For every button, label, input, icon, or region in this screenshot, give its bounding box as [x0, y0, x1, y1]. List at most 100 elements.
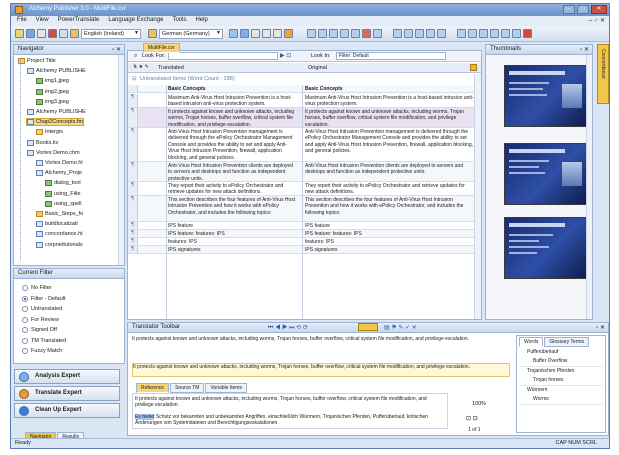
- layout-icon[interactable]: [262, 29, 271, 38]
- maximize-button[interactable]: □: [577, 5, 589, 14]
- look-in-select[interactable]: Filter: Default: [336, 52, 446, 60]
- italic-icon[interactable]: [404, 29, 413, 38]
- tree-item[interactable]: Books.kv: [27, 139, 58, 146]
- filter-option[interactable]: TM Translated: [22, 337, 66, 344]
- radio-button[interactable]: [22, 295, 28, 302]
- tab-source-tm[interactable]: Source TM: [170, 383, 205, 393]
- filter-option[interactable]: Fuzzy Match: [22, 348, 62, 354]
- table-row[interactable]: ¶ IPS signatures IPS signatures: [128, 246, 481, 254]
- pane-pin-close-icon[interactable]: ▫ ✕: [580, 46, 589, 53]
- tree-item[interactable]: img3.jpeg: [36, 98, 69, 105]
- menu-help[interactable]: Help: [195, 17, 207, 25]
- translated-cell[interactable]: IPS signatures: [168, 247, 296, 253]
- tree-item[interactable]: buildlocalizati: [36, 221, 78, 228]
- open-icon[interactable]: [15, 29, 24, 38]
- find-icon[interactable]: [373, 29, 382, 38]
- table-row[interactable]: ¶ They report their activity to ePolicy O…: [128, 182, 481, 196]
- tree-item[interactable]: Alchemy PUBLISHE: [27, 109, 86, 115]
- save-icon[interactable]: [26, 29, 35, 38]
- pane-pin-close-icon[interactable]: ▫ ✕: [596, 324, 605, 331]
- tree-item[interactable]: Intergis: [36, 129, 63, 136]
- term-source[interactable]: Würmern: [519, 386, 603, 395]
- confirm-icon[interactable]: [358, 323, 378, 331]
- validate-icon[interactable]: [307, 29, 316, 38]
- menu-tools[interactable]: Tools: [172, 17, 186, 25]
- unlock-icon[interactable]: [479, 29, 488, 38]
- print-icon[interactable]: [59, 29, 68, 38]
- font-icon[interactable]: [426, 29, 435, 38]
- tab-multifile[interactable]: MultiFile.cvr: [143, 43, 180, 53]
- slide-thumbnail[interactable]: [504, 143, 588, 205]
- mdi-controls[interactable]: – ♂ ✕: [589, 17, 605, 24]
- tree-item[interactable]: corpnettutorials: [36, 241, 83, 248]
- translated-cell[interactable]: IPS feature: features: IPS: [168, 231, 296, 237]
- spellcheck-icon[interactable]: [284, 29, 293, 38]
- tree-item[interactable]: Project Title: [18, 58, 56, 64]
- translated-cell[interactable]: Maximum Anti-Virus Host Intrusion Preven…: [168, 95, 296, 108]
- tree-item[interactable]: using_spell: [45, 200, 82, 207]
- color-icon[interactable]: [437, 29, 446, 38]
- table-row[interactable]: ¶ Anti-Virus Host Intrusion Prevention cl…: [128, 162, 481, 182]
- lock-icon[interactable]: [468, 29, 477, 38]
- menu-view[interactable]: View: [36, 17, 49, 25]
- radio-button[interactable]: [22, 327, 28, 333]
- minimize-button[interactable]: –: [563, 5, 575, 14]
- translated-cell[interactable]: IPS feature: [168, 223, 296, 229]
- term-source[interactable]: Trojanischen Pferden: [519, 367, 603, 376]
- tree-item[interactable]: img1.jpeg: [36, 78, 69, 85]
- table-row[interactable]: ¶ This section describes the four feature…: [128, 196, 481, 222]
- table-row[interactable]: ¶ IPS feature IPS feature: [128, 222, 481, 230]
- table-row[interactable]: ¶ It protects against known and unknown a…: [128, 108, 481, 128]
- tree-item[interactable]: Vortex Demo.chm: [27, 149, 80, 156]
- menu-language-exchange[interactable]: Language Exchange: [108, 17, 163, 25]
- sort-icon[interactable]: [351, 29, 360, 38]
- term-translation[interactable]: Worms: [519, 395, 603, 405]
- term-translation[interactable]: Buffer Overflow: [519, 357, 603, 367]
- find-next-icon[interactable]: ▶ ⊡: [280, 52, 291, 59]
- tm-icon[interactable]: [318, 29, 327, 38]
- columns-icon[interactable]: [273, 29, 282, 38]
- tree-item[interactable]: Chap2Concepts.fm: [25, 118, 85, 127]
- glossary-icon[interactable]: [329, 29, 338, 38]
- translated-cell[interactable]: features: IPS: [168, 239, 296, 245]
- pseudo-translate-icon[interactable]: [457, 29, 466, 38]
- filter-option[interactable]: Signed Off: [22, 327, 57, 333]
- tool-icons[interactable]: ▤ ⚑ ✎ ✓ ✕: [384, 324, 417, 331]
- term-translation[interactable]: Trojan horses: [519, 376, 603, 386]
- look-for-input[interactable]: [168, 52, 278, 60]
- tree-item[interactable]: img2.jpeg: [36, 88, 69, 95]
- navigator-scrollbar[interactable]: [118, 55, 124, 265]
- pane-pin-close-icon[interactable]: ▫ ✕: [112, 46, 121, 53]
- analysis-expert-button[interactable]: Analysis Expert: [14, 369, 120, 384]
- tree-item[interactable]: using_Filte: [45, 190, 81, 197]
- source-language-select[interactable]: English (Ireland) ▼: [81, 29, 141, 39]
- match-copy-icons[interactable]: ⊡ ⊡: [466, 415, 478, 422]
- tab-words[interactable]: Words: [519, 337, 544, 347]
- flag-icon[interactable]: [70, 29, 79, 38]
- tab-glossary-terms[interactable]: Glossary Terms: [544, 337, 589, 347]
- sort-icons[interactable]: ⇅ ★ ✎: [133, 64, 149, 70]
- thumbnails-scrollbar[interactable]: [586, 55, 592, 319]
- tree-item[interactable]: Basic_Steps_fo: [36, 211, 83, 217]
- filter-option[interactable]: Filter - Default: [22, 295, 66, 302]
- filter-option[interactable]: For Review: [22, 316, 59, 323]
- term-source[interactable]: Pufferüberlauf: [519, 348, 603, 357]
- filter-icon[interactable]: [340, 29, 349, 38]
- table-row[interactable]: ¶ features: IPS features: IPS: [128, 238, 481, 246]
- group-header[interactable]: ⊟ Untranslated Items (Word Count - 288): [128, 74, 481, 84]
- target-language-select[interactable]: German (Germany) ▼: [159, 29, 223, 39]
- tree-item[interactable]: Alchemy PUBLISHE: [27, 68, 86, 75]
- slide-thumbnail[interactable]: [504, 217, 588, 279]
- radio-button[interactable]: [22, 285, 28, 291]
- filter-option[interactable]: No Filter: [22, 285, 52, 291]
- split-view-icon[interactable]: [251, 29, 260, 38]
- options-icon[interactable]: [512, 29, 521, 38]
- table-row[interactable]: ¶ IPS feature: features: IPS IPS feature: …: [128, 230, 481, 238]
- navigation-icons[interactable]: ⏮ ◀ ▶ ⏭ ⟲ ⟳: [268, 324, 308, 332]
- radio-button[interactable]: [22, 348, 28, 354]
- translated-cell[interactable]: Anti-Virus Host Intrusion Prevention man…: [168, 129, 296, 161]
- help-icon[interactable]: [523, 29, 532, 38]
- translated-cell[interactable]: This section describes the four features…: [168, 197, 296, 216]
- target-segment-editor[interactable]: It protects against known and unknown at…: [132, 363, 510, 377]
- properties-icon[interactable]: [37, 29, 46, 38]
